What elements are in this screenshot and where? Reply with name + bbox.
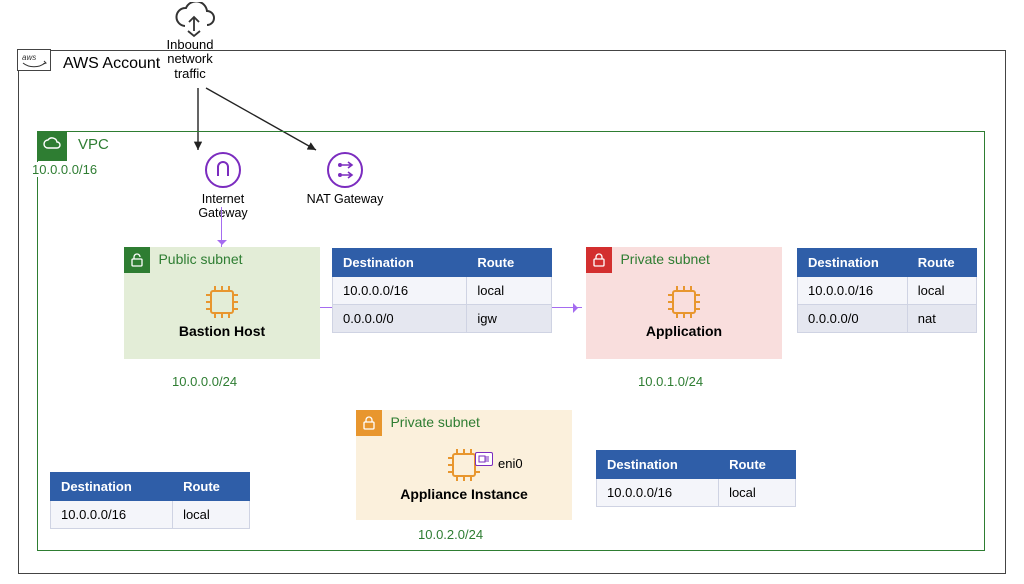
table-row: 0.0.0.0/0igw [333,305,552,333]
private-subnet-app: Private subnet Application [586,247,782,359]
aws-logo-icon: aws [17,49,51,71]
public-subnet: Public subnet Bastion Host [124,247,320,359]
svg-text:aws: aws [22,53,36,62]
table-row: 10.0.0.0/16local [798,277,977,305]
ec2-instance-icon [445,446,483,484]
application-label: Application [586,323,782,339]
diagram-canvas: Inbound network traffic aws AWS Account … [0,0,1024,584]
aws-account-container: aws AWS Account VPC 10.0.0.0/16 Internet… [18,50,1006,574]
route-table-appliance: DestinationRoute 10.0.0.0/16local [596,450,796,507]
nat-gateway-icon [327,152,363,188]
arrow-igw-to-bastion [221,207,222,249]
private-subnet-appliance: Private subnet eni0 Appliance Instance [356,410,572,520]
rt-header-dest: Destination [333,249,467,277]
bastion-host-label: Bastion Host [124,323,320,339]
internet-gateway-label: Internet Gateway [178,192,268,220]
internet-gateway-icon [205,152,241,188]
lock-closed-icon [356,410,382,436]
table-row: 10.0.0.0/16local [51,501,250,529]
rt-header-route: Route [719,451,796,479]
rt-header-route: Route [173,473,250,501]
eni-icon [475,452,493,466]
lock-closed-icon [586,247,612,273]
rt-header-route: Route [907,249,976,277]
vpc-cidr: 10.0.0.0/16 [30,162,99,177]
vpc-container: VPC 10.0.0.0/16 Internet Gateway NAT Gat… [37,131,985,551]
private-subnet-appliance-title: Private subnet [390,414,480,430]
appliance-instance-label: Appliance Instance [356,486,572,502]
rt-header-dest: Destination [597,451,719,479]
public-subnet-title: Public subnet [158,251,242,267]
lock-open-icon [124,247,150,273]
eni-label: eni0 [498,456,523,471]
route-table-extra: DestinationRoute 10.0.0.0/16local [50,472,250,529]
internet-gateway: Internet Gateway [178,152,268,220]
ec2-instance-icon [665,283,703,321]
aws-account-label: AWS Account [63,55,160,73]
route-table-public: DestinationRoute 10.0.0.0/16local 0.0.0.… [332,248,552,333]
route-table-private: DestinationRoute 10.0.0.0/16local 0.0.0.… [797,248,977,333]
public-subnet-cidr: 10.0.0.0/24 [172,374,237,389]
private-subnet-appliance-cidr: 10.0.2.0/24 [418,527,483,542]
ec2-instance-icon [203,283,241,321]
private-subnet-app-title: Private subnet [620,251,710,267]
private-subnet-app-cidr: 10.0.1.0/24 [638,374,703,389]
nat-gateway: NAT Gateway [300,152,390,206]
rt-header-dest: Destination [51,473,173,501]
table-row: 0.0.0.0/0nat [798,305,977,333]
table-row: 10.0.0.0/16local [333,277,552,305]
vpc-title: VPC [78,136,109,153]
rt-header-dest: Destination [798,249,908,277]
nat-gateway-label: NAT Gateway [300,192,390,206]
vpc-badge-icon [37,131,67,161]
rt-header-route: Route [467,249,552,277]
table-row: 10.0.0.0/16local [597,479,796,507]
